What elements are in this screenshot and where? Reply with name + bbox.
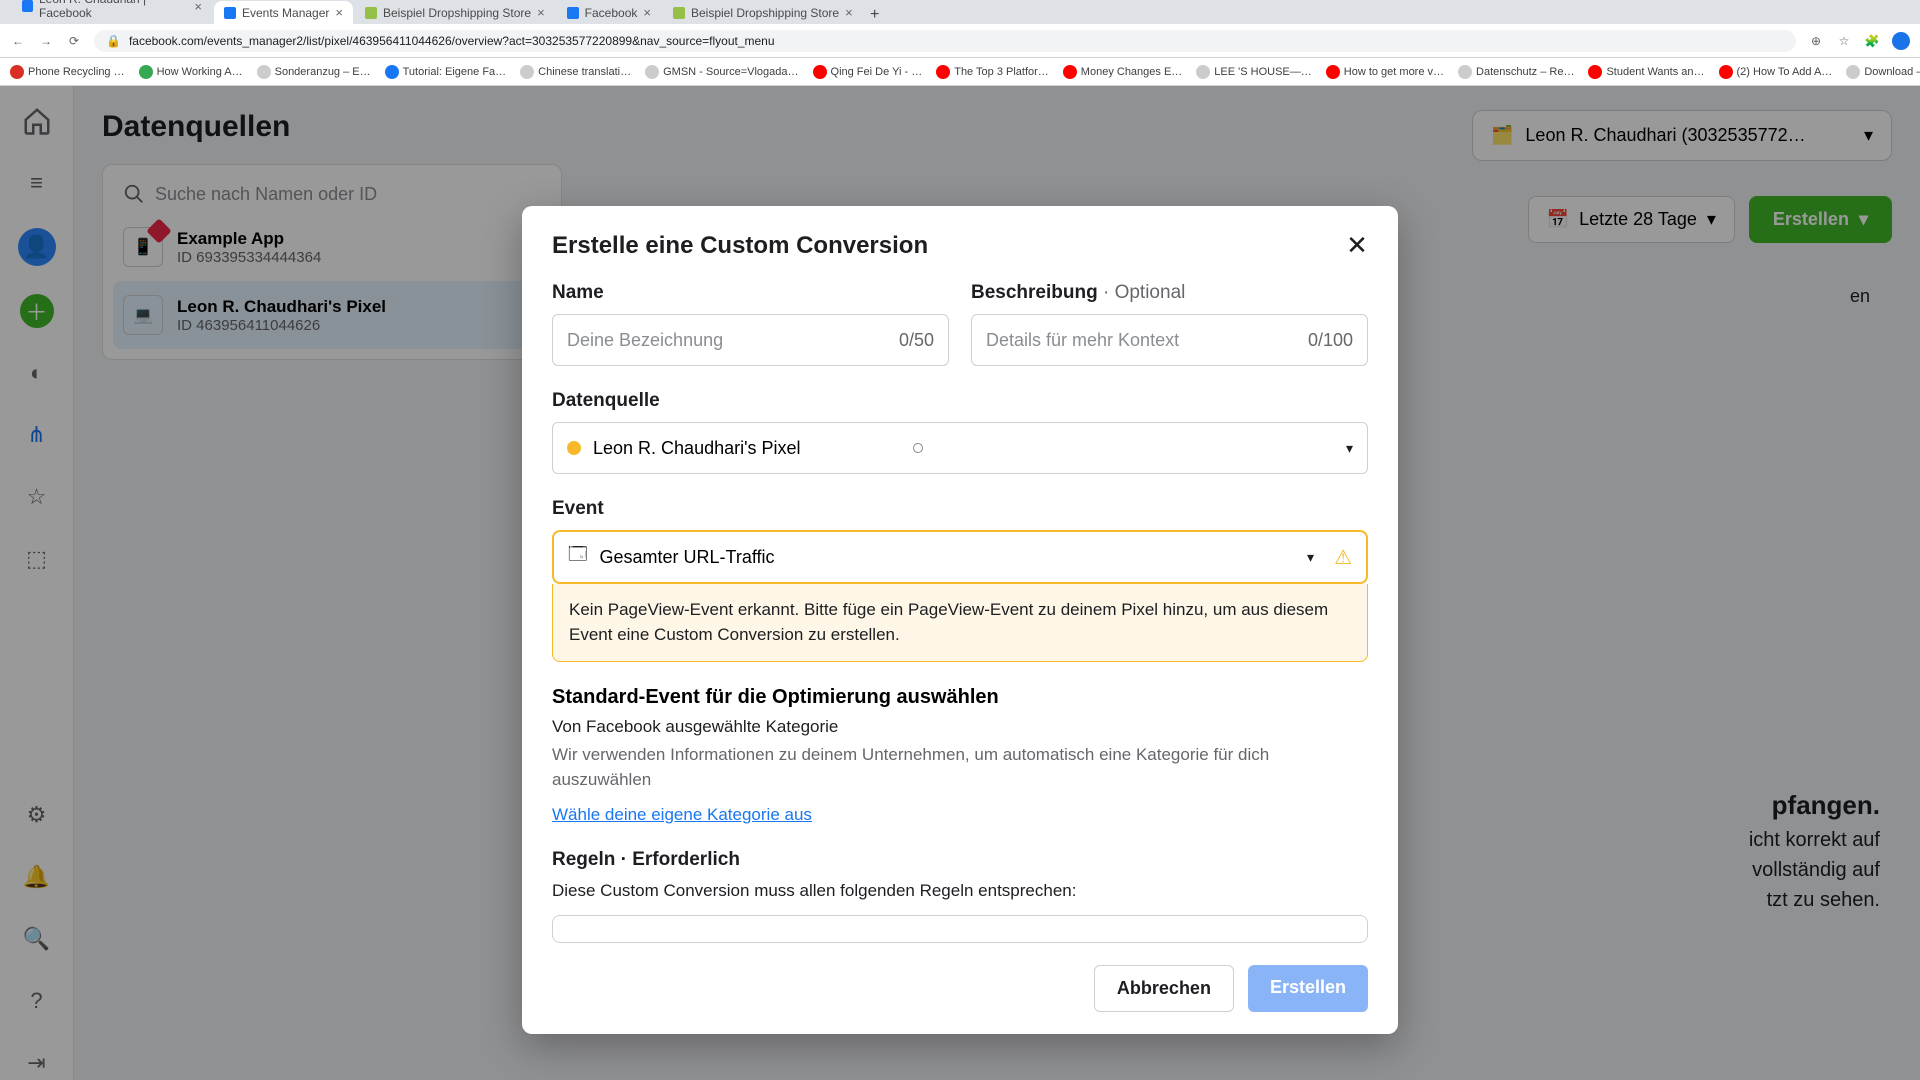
url-traffic-icon: 🗔 (568, 542, 588, 572)
std-event-desc: Wir verwenden Informationen zu deinem Un… (552, 743, 1368, 792)
close-icon[interactable]: × (537, 5, 545, 20)
close-icon[interactable]: × (845, 5, 853, 20)
rules-desc: Diese Custom Conversion muss allen folge… (552, 881, 1368, 901)
bookmark[interactable]: Download – Cooki… (1846, 65, 1920, 79)
name-counter: 0/50 (899, 330, 934, 351)
url-bar[interactable]: 🔒facebook.com/events_manager2/list/pixel… (94, 30, 1796, 52)
cancel-button[interactable]: Abbrechen (1094, 965, 1234, 1012)
browser-tab[interactable]: Leon R. Chaudhari | Facebook× (12, 0, 212, 24)
status-dot-icon (567, 441, 581, 455)
bookmark[interactable]: Phone Recycling … (10, 65, 125, 79)
bookmark[interactable]: Student Wants an… (1588, 65, 1704, 79)
bookmark[interactable]: (2) How To Add A… (1719, 65, 1833, 79)
bookmark[interactable]: Datenschutz – Re… (1458, 65, 1574, 79)
bookmark[interactable]: Sonderanzug – E… (257, 65, 371, 79)
std-event-sub: Von Facebook ausgewählte Kategorie (552, 717, 1368, 737)
browser-tab[interactable]: Facebook× (557, 1, 661, 24)
rules-container[interactable] (552, 915, 1368, 943)
browser-tab[interactable]: Beispiel Dropshipping Store× (355, 1, 555, 24)
star-icon[interactable]: ☆ (1836, 34, 1852, 48)
nav-back-icon[interactable]: ← (10, 34, 26, 48)
close-icon[interactable]: × (194, 0, 202, 14)
bookmark[interactable]: Money Changes E… (1063, 65, 1183, 79)
bookmark[interactable]: Chinese translati… (520, 65, 631, 79)
description-label: Beschreibung · Optional (971, 282, 1368, 304)
app-root: ≡ 👤 ＋ ◐ ⋔ ☆ ⬚ ⚙ 🔔 🔍 ? ⇥ Datenquellen 🗂️ … (0, 86, 1920, 1080)
custom-conversion-modal: Erstelle eine Custom Conversion ✕ Name D… (522, 206, 1398, 1034)
modal-title: Erstelle eine Custom Conversion (552, 232, 1368, 260)
choose-category-link[interactable]: Wähle deine eigene Kategorie aus (552, 805, 812, 825)
browser-tabstrip: Leon R. Chaudhari | Facebook× Events Man… (0, 0, 1920, 24)
browser-toolbar: ← → ⟳ 🔒facebook.com/events_manager2/list… (0, 24, 1920, 58)
rules-label: Regeln · Erforderlich (552, 849, 1368, 871)
name-label: Name (552, 282, 949, 304)
cursor-icon (913, 443, 923, 453)
bookmark[interactable]: How Working A… (139, 65, 243, 79)
nav-forward-icon[interactable]: → (38, 34, 54, 48)
chevron-down-icon: ▾ (1307, 549, 1314, 566)
new-tab-button[interactable]: + (865, 6, 885, 24)
extensions-icon[interactable]: 🧩 (1864, 34, 1880, 48)
browser-tab-active[interactable]: Events Manager× (214, 1, 353, 24)
zoom-icon[interactable]: ⊕ (1808, 34, 1824, 48)
bookmark[interactable]: GMSN - Source=Vlogada… (645, 65, 798, 79)
source-label: Datenquelle (552, 390, 1368, 412)
close-icon[interactable]: ✕ (1340, 228, 1374, 262)
submit-button[interactable]: Erstellen (1248, 965, 1368, 1012)
chevron-down-icon: ▾ (1346, 440, 1353, 457)
event-label: Event (552, 498, 1368, 520)
event-warning: Kein PageView-Event erkannt. Bitte füge … (552, 584, 1368, 662)
profile-icon[interactable] (1892, 32, 1910, 50)
bookmarks-bar: Phone Recycling … How Working A… Sondera… (0, 58, 1920, 86)
warning-icon: ⚠ (1334, 545, 1352, 570)
name-input[interactable]: Deine Bezeichnung 0/50 (552, 314, 949, 366)
bookmark[interactable]: The Top 3 Platfor… (936, 65, 1049, 79)
source-dropdown[interactable]: Leon R. Chaudhari's Pixel ▾ (552, 422, 1368, 474)
bookmark[interactable]: Tutorial: Eigene Fa… (385, 65, 507, 79)
bookmark[interactable]: How to get more v… (1326, 65, 1444, 79)
bookmark[interactable]: LEE 'S HOUSE—… (1196, 65, 1311, 79)
nav-reload-icon[interactable]: ⟳ (66, 34, 82, 48)
description-counter: 0/100 (1308, 330, 1353, 351)
description-input[interactable]: Details für mehr Kontext 0/100 (971, 314, 1368, 366)
browser-tab[interactable]: Beispiel Dropshipping Store× (663, 1, 863, 24)
close-icon[interactable]: × (335, 5, 343, 20)
event-dropdown-wrapper: 🗔 Gesamter URL-Traffic ▾ ⚠ (552, 530, 1368, 584)
std-event-heading: Standard-Event für die Optimierung auswä… (552, 686, 1368, 709)
event-dropdown[interactable]: 🗔 Gesamter URL-Traffic ▾ ⚠ (554, 532, 1366, 582)
bookmark[interactable]: Qing Fei De Yi - … (813, 65, 923, 79)
close-icon[interactable]: × (643, 5, 651, 20)
lock-icon: 🔒 (106, 34, 121, 48)
